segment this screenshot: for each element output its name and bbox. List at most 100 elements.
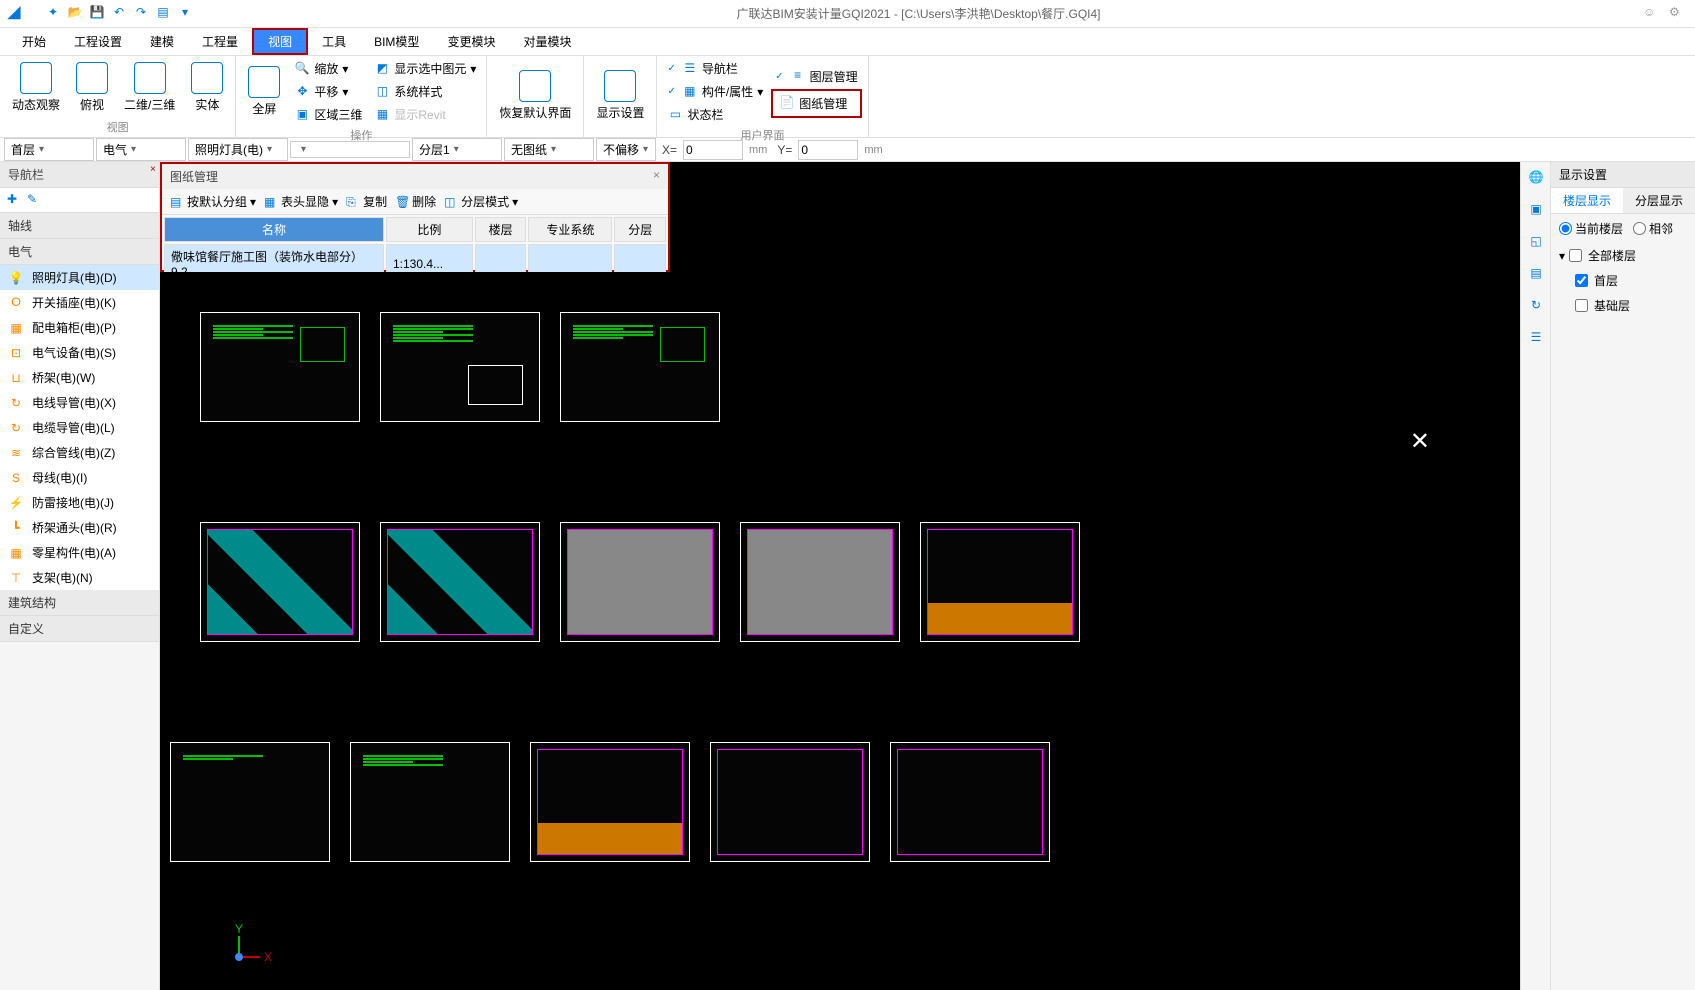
menu-compare-module[interactable]: 对量模块: [509, 30, 585, 53]
radio-input[interactable]: [1559, 222, 1572, 235]
checkbox[interactable]: [1569, 249, 1582, 262]
menu-tools[interactable]: 工具: [308, 30, 360, 53]
sheet-thumbnail[interactable]: [350, 742, 510, 862]
zoom-button[interactable]: 🔍缩放 ▾: [290, 58, 366, 79]
copy-button[interactable]: ⎘复制: [346, 193, 387, 210]
sheet-thumbnail[interactable]: [710, 742, 870, 862]
checkbox[interactable]: [1575, 274, 1588, 287]
delete-button[interactable]: 🗑删除: [395, 193, 436, 210]
offset-selector[interactable]: 不偏移▾: [596, 138, 656, 161]
sublayer-selector[interactable]: 分层1▾: [412, 138, 502, 161]
x-input[interactable]: [683, 140, 743, 160]
close-icon[interactable]: ×: [150, 164, 162, 176]
sheet-thumbnail[interactable]: [740, 522, 900, 642]
radio-current-floor[interactable]: 当前楼层: [1559, 220, 1623, 237]
drawing-mgmt-toggle[interactable]: 📄图纸管理: [771, 89, 861, 118]
restore-default-button[interactable]: 恢复默认界面: [493, 68, 577, 123]
sheet-thumbnail[interactable]: [200, 312, 360, 422]
col-floor[interactable]: 楼层: [475, 217, 527, 242]
tree-item-switch[interactable]: ⭘开关插座(电)(K): [0, 290, 159, 315]
layer-mode-button[interactable]: ◫分层模式 ▾: [444, 193, 518, 210]
navbar-toggle[interactable]: ☰导航栏: [663, 58, 767, 79]
tool-edit-icon[interactable]: ✎: [24, 192, 40, 208]
sheet-thumbnail[interactable]: [380, 522, 540, 642]
refresh-icon[interactable]: ↻: [1525, 298, 1547, 320]
tree-item-tray[interactable]: ⊔桥架(电)(W): [0, 365, 159, 390]
floor-selector[interactable]: 首层▾: [4, 138, 94, 161]
sheet-thumbnail[interactable]: [560, 312, 720, 422]
cube-icon[interactable]: ◱: [1525, 234, 1547, 256]
nodrawing-selector[interactable]: 无图纸▾: [504, 138, 594, 161]
tree-item-misc[interactable]: ▦零星构件(电)(A): [0, 540, 159, 565]
layers-icon[interactable]: ▤: [1525, 266, 1547, 288]
tree-item-support[interactable]: ⊤支架(电)(N): [0, 565, 159, 590]
radio-relative-floor[interactable]: 相邻: [1633, 220, 1673, 237]
col-name[interactable]: 名称: [164, 217, 384, 242]
region3d-button[interactable]: ▣区域三维: [290, 104, 366, 125]
menu-start[interactable]: 开始: [8, 30, 60, 53]
col-system[interactable]: 专业系统: [528, 217, 612, 242]
menu-quantity[interactable]: 工程量: [188, 30, 252, 53]
menu-view[interactable]: 视图: [252, 28, 308, 55]
save-icon[interactable]: 💾: [88, 5, 106, 23]
sheet-thumbnail[interactable]: [560, 522, 720, 642]
panel-close-icon[interactable]: ×: [653, 168, 660, 185]
grid-icon[interactable]: ▤: [154, 5, 172, 23]
fullscreen-button[interactable]: 全屏: [242, 64, 286, 119]
list-icon[interactable]: ☰: [1525, 330, 1547, 352]
empty-selector[interactable]: ▾: [290, 141, 410, 158]
tool-add-icon[interactable]: ✚: [4, 192, 20, 208]
menu-modeling[interactable]: 建模: [136, 30, 188, 53]
open-icon[interactable]: 📂: [66, 5, 84, 23]
2d3d-button[interactable]: 二维/三维: [118, 60, 181, 115]
tree-item-busbar[interactable]: S母线(电)(I): [0, 465, 159, 490]
section-axis[interactable]: 轴线: [0, 213, 159, 239]
undo-icon[interactable]: ↶: [110, 5, 128, 23]
sheet-thumbnail[interactable]: [890, 742, 1050, 862]
sheet-thumbnail[interactable]: [170, 742, 330, 862]
system-style-button[interactable]: ◫系统样式: [370, 81, 480, 102]
default-group-button[interactable]: ▤按默认分组 ▾: [170, 193, 256, 210]
menu-project-settings[interactable]: 工程设置: [60, 30, 136, 53]
redo-icon[interactable]: ↷: [132, 5, 150, 23]
menu-bim-model[interactable]: BIM模型: [360, 30, 433, 53]
tree-item-wire[interactable]: ↻电线导管(电)(X): [0, 390, 159, 415]
section-elec[interactable]: 电气: [0, 239, 159, 265]
statusbar-toggle[interactable]: ▭状态栏: [663, 104, 767, 125]
layer-mgmt-toggle[interactable]: ≡图层管理: [771, 66, 861, 87]
pan-button[interactable]: ✥平移 ▾: [290, 81, 366, 102]
menu-change-module[interactable]: 变更模块: [433, 30, 509, 53]
component-selector[interactable]: 照明灯具(电)▾: [188, 138, 288, 161]
checkbox[interactable]: [1575, 299, 1588, 312]
globe-icon[interactable]: 🌐: [1525, 170, 1547, 192]
tab-layer-display[interactable]: 分层显示: [1623, 188, 1695, 213]
settings-icon[interactable]: ⚙: [1669, 5, 1687, 23]
section-struct[interactable]: 建筑结构: [0, 590, 159, 616]
drop-icon[interactable]: ▾: [176, 5, 194, 23]
check-first-floor[interactable]: 首层: [1551, 268, 1695, 293]
major-selector[interactable]: 电气▾: [96, 138, 186, 161]
header-display-button[interactable]: ▦表头显隐 ▾: [264, 193, 338, 210]
user-icon[interactable]: ☺: [1643, 5, 1661, 23]
section-custom[interactable]: 自定义: [0, 616, 159, 642]
tree-item-cable[interactable]: ↻电缆导管(电)(L): [0, 415, 159, 440]
top-view-button[interactable]: 俯视: [70, 60, 114, 115]
tree-item-equip[interactable]: ⊡电气设备(电)(S): [0, 340, 159, 365]
sheet-thumbnail[interactable]: [530, 742, 690, 862]
solid-button[interactable]: 实体: [185, 60, 229, 115]
sheet-thumbnail[interactable]: [200, 522, 360, 642]
check-base-floor[interactable]: 基础层: [1551, 293, 1695, 318]
tree-item-combined[interactable]: ≋综合管线(电)(Z): [0, 440, 159, 465]
tree-item-lightning[interactable]: ⚡防雷接地(电)(J): [0, 490, 159, 515]
comp-attr-toggle[interactable]: ▦构件/属性 ▾: [663, 81, 767, 102]
y-input[interactable]: [798, 140, 858, 160]
tree-item-lighting[interactable]: 💡照明灯具(电)(D): [0, 265, 159, 290]
radio-input[interactable]: [1633, 222, 1646, 235]
sheet-thumbnail[interactable]: [380, 312, 540, 422]
check-all-floors[interactable]: ▾ 全部楼层: [1551, 243, 1695, 268]
show-selected-button[interactable]: ◩显示选中图元 ▾: [370, 58, 480, 79]
dynamic-view-button[interactable]: 动态观察: [6, 60, 66, 115]
canvas-viewport[interactable]: ✕: [160, 272, 1520, 990]
show-revit-button[interactable]: ▦显示Revit: [370, 104, 480, 125]
display-settings-button[interactable]: 显示设置: [590, 68, 650, 123]
